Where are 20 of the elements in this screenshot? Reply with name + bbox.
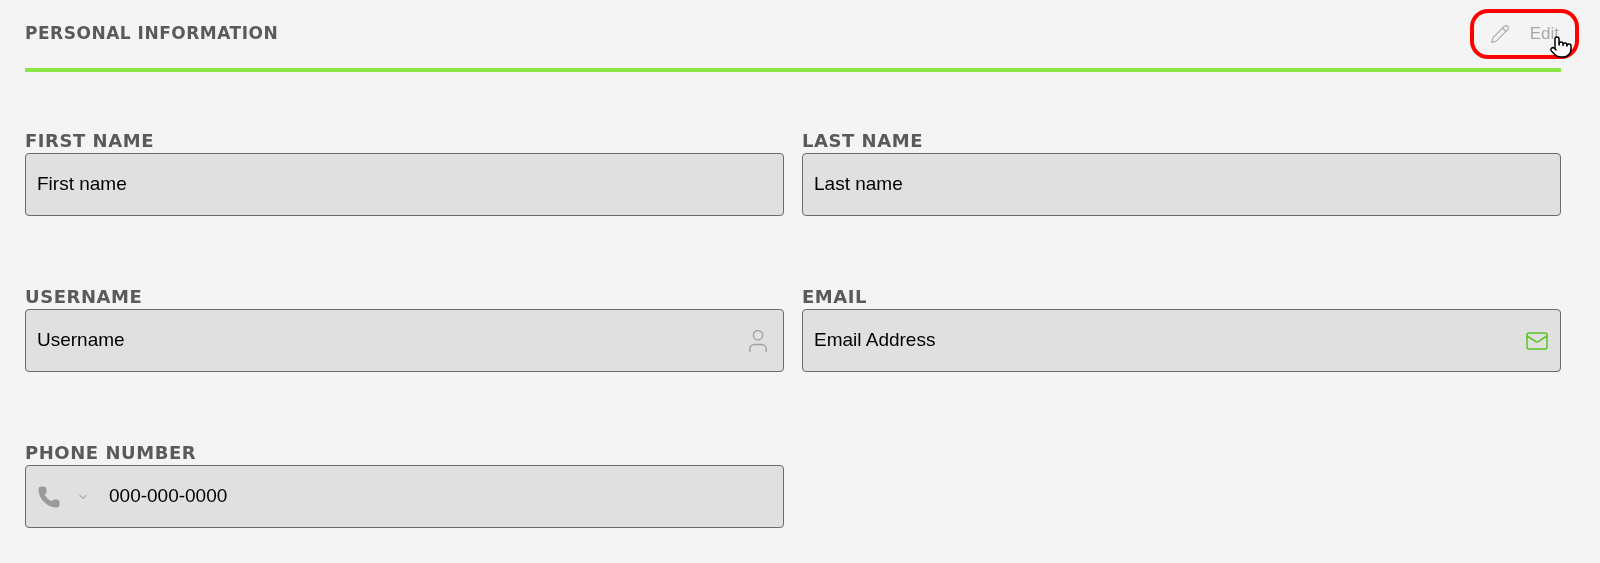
field-input[interactable]: Email Address [814,326,1513,355]
field-label: USERNAME [25,286,144,308]
country-dropdown[interactable] [37,484,89,509]
field-label: LAST NAME [802,130,924,152]
text-field[interactable]: Email Address [802,309,1561,372]
field-input[interactable]: Last name [814,170,1549,199]
field-label: EMAIL [802,286,868,308]
section-title: PERSONAL INFORMATION [25,22,279,46]
field-input[interactable]: Username [37,326,732,355]
phone-field[interactable]: 000-000-0000 [25,465,784,528]
text-field[interactable]: Last name [802,153,1561,216]
phone-icon [37,484,61,509]
field-label: FIRST NAME [25,130,155,152]
field-input[interactable]: First name [37,170,772,199]
text-field[interactable]: Username [25,309,784,372]
text-field[interactable]: First name [25,153,784,216]
field-label: PHONE NUMBER [25,442,198,464]
pencil-icon [1489,24,1510,44]
edit-button[interactable]: Edit [1473,13,1575,55]
field-input[interactable]: 000-000-0000 [109,482,772,511]
